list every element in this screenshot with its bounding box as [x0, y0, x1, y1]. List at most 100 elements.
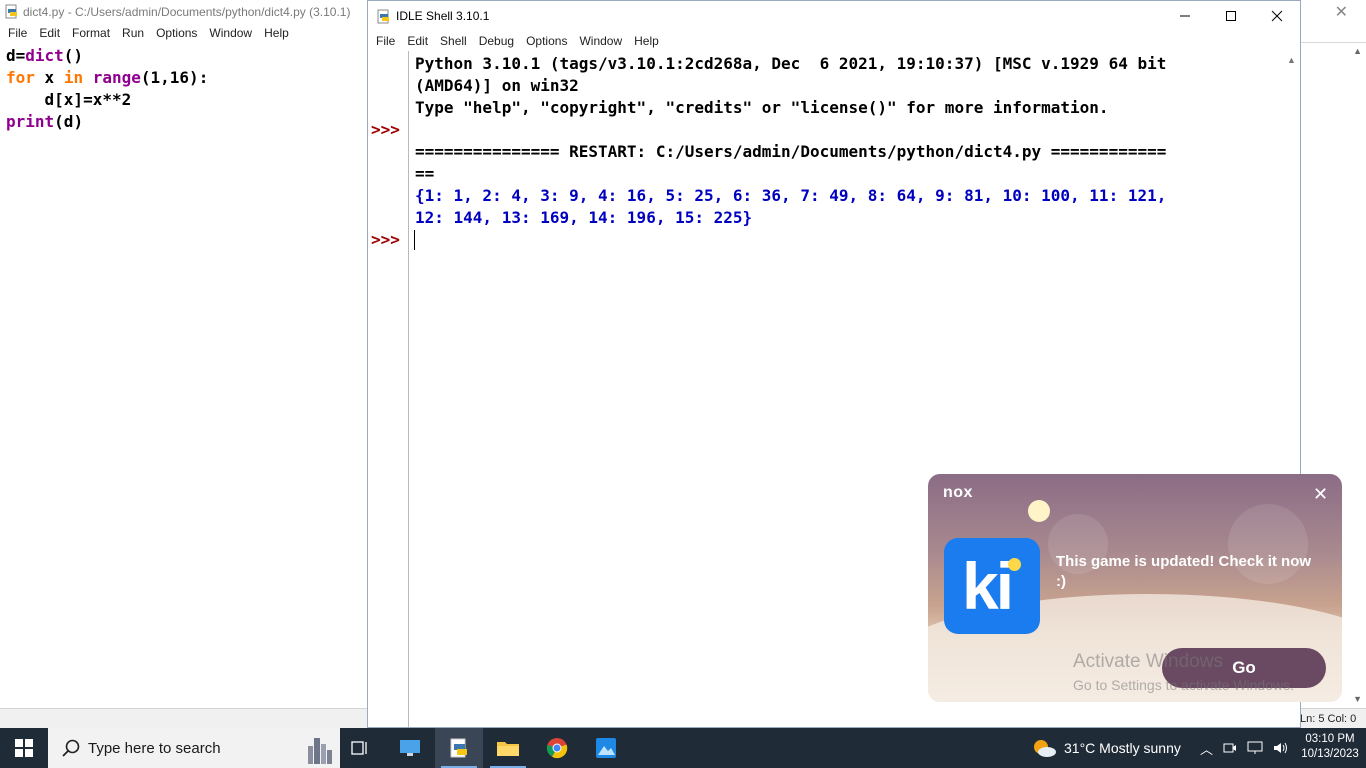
taskbar-app-explorer[interactable] [484, 728, 532, 768]
scroll-down-icon[interactable]: ▼ [1353, 694, 1362, 704]
taskbar-app-pc[interactable] [386, 728, 434, 768]
shell-title-bar[interactable]: IDLE Shell 3.10.1 [368, 1, 1300, 31]
nox-logo: nox [943, 484, 973, 501]
shell-menu-options[interactable]: Options [520, 32, 573, 50]
maximize-button[interactable] [1208, 1, 1254, 31]
python-idle-icon [450, 738, 467, 758]
photos-icon [596, 738, 616, 758]
taskbar: Type here to search 31°C Mostly sunny ︿ … [0, 728, 1366, 768]
close-icon[interactable]: ✕ [1335, 2, 1348, 22]
search-icon [62, 739, 80, 762]
editor-menu-edit[interactable]: Edit [33, 24, 66, 42]
clock-time: 03:10 PM [1305, 733, 1355, 745]
code-token-keyword: in [63, 68, 84, 87]
scroll-up-icon[interactable]: ▲ [1353, 46, 1362, 56]
editor-menubar: File Edit Format Run Options Window Help [2, 24, 295, 42]
activate-windows-watermark: Activate Windows [1073, 651, 1223, 672]
shell-line-empty [415, 119, 1277, 141]
meet-now-icon[interactable] [1223, 741, 1237, 755]
editor-window: dict4.py - C:/Users/admin/Documents/pyth… [0, 0, 370, 728]
prompt-gutter: >>> >>> [368, 51, 409, 727]
shell-menu-shell[interactable]: Shell [434, 32, 473, 50]
code-editor[interactable]: d=dict() for x in range(1,16): d[x]=x**2 p… [6, 45, 208, 133]
minimize-button[interactable] [1162, 1, 1208, 31]
weather-widget[interactable]: 31°C Mostly sunny [1032, 728, 1181, 768]
code-token-builtin: dict [25, 46, 64, 65]
city-skyline-icon [306, 734, 332, 768]
code-token-builtin: print [6, 112, 55, 131]
taskbar-app-python[interactable] [435, 728, 483, 768]
text-cursor [414, 230, 415, 250]
taskbar-app-chrome[interactable] [533, 728, 581, 768]
taskbar-app-photos[interactable] [582, 728, 630, 768]
code-token: (d) [54, 112, 84, 131]
editor-title: dict4.py - C:/Users/admin/Documents/pyth… [23, 5, 351, 19]
code-token: (1,16): [140, 68, 209, 87]
editor-menu-run[interactable]: Run [116, 24, 150, 42]
chevron-up-icon[interactable]: ︿ [1200, 739, 1213, 758]
code-token: () [63, 46, 84, 65]
shell-menu-window[interactable]: Window [573, 32, 628, 50]
clock[interactable]: 03:10 PM 10/13/2023 [1298, 732, 1362, 762]
shell-line-banner: (AMD64)] on win32 [415, 76, 579, 95]
python-idle-icon [376, 9, 391, 29]
ki-app-icon-label: ki [962, 549, 1014, 623]
clock-date: 10/13/2023 [1301, 748, 1359, 760]
volume-icon[interactable] [1273, 741, 1289, 755]
code-line-1: d=dict() [6, 45, 208, 67]
shell-prompt: >>> [371, 120, 400, 139]
editor-menu-options[interactable]: Options [150, 24, 203, 42]
taskbar-search-box[interactable]: Type here to search [48, 728, 340, 768]
windows-logo-icon [15, 739, 33, 757]
divider [1301, 42, 1366, 43]
shell-line-output: 12: 144, 13: 169, 14: 196, 15: 225} [415, 208, 753, 227]
scroll-up-icon[interactable]: ▲ [1287, 55, 1296, 65]
sun-decoration [1028, 500, 1050, 522]
task-view-button[interactable] [336, 728, 384, 768]
code-token-builtin: range [92, 68, 141, 87]
close-button[interactable] [1254, 1, 1300, 31]
system-tray: ︿ [1200, 728, 1289, 768]
editor-menu-format[interactable]: Format [66, 24, 116, 42]
shell-menubar: File Edit Shell Debug Options Window Hel… [370, 32, 665, 50]
close-icon[interactable]: ✕ [1313, 484, 1328, 505]
editor-title-bar[interactable]: dict4.py - C:/Users/admin/Documents/pyth… [0, 0, 370, 24]
ki-app-icon: ki [944, 538, 1040, 634]
status-line-col: Ln: 5 Col: 0 [1290, 708, 1366, 728]
editor-menu-window[interactable]: Window [203, 24, 258, 42]
network-icon[interactable] [1247, 741, 1263, 755]
shell-menu-help[interactable]: Help [628, 32, 665, 50]
python-file-icon [4, 4, 19, 24]
shell-prompt: >>> [371, 230, 400, 249]
shell-line-output: {1: 1, 2: 4, 3: 9, 4: 16, 5: 25, 6: 36, … [415, 186, 1167, 205]
ki-dot [1008, 558, 1021, 571]
start-button[interactable] [0, 728, 48, 768]
partly-sunny-icon [1034, 740, 1056, 757]
minimize-icon [1180, 15, 1190, 17]
computer-icon [400, 740, 420, 756]
close-icon [1271, 10, 1283, 22]
activate-windows-hint: Go to Settings to activate Windows. [1073, 677, 1294, 693]
code-token-keyword: for [6, 68, 35, 87]
editor-status-bar [0, 708, 370, 728]
search-placeholder: Type here to search [88, 740, 221, 757]
chrome-icon [546, 738, 568, 759]
shell-menu-edit[interactable]: Edit [401, 32, 434, 50]
shell-line-restart: == [415, 164, 435, 183]
code-line-3: d[x]=x**2 [6, 90, 132, 109]
code-token: x [34, 68, 64, 87]
notification-message: This game is updated! Check it now :) [1056, 553, 1312, 590]
task-view-icon [351, 741, 367, 755]
editor-menu-file[interactable]: File [2, 24, 33, 42]
code-line-4: print(d) [6, 111, 208, 133]
editor-menu-help[interactable]: Help [258, 24, 295, 42]
code-token: d= [6, 46, 26, 65]
shell-menu-debug[interactable]: Debug [473, 32, 520, 50]
shell-line-banner: Python 3.10.1 (tags/v3.10.1:2cd268a, Dec… [415, 54, 1167, 73]
folder-icon [497, 742, 519, 756]
shell-menu-file[interactable]: File [370, 32, 401, 50]
weather-text: 31°C Mostly sunny [1064, 740, 1181, 756]
shell-line-restart: =============== RESTART: C:/Users/admin/… [415, 142, 1167, 161]
shell-output: Python 3.10.1 (tags/v3.10.1:2cd268a, Dec… [415, 53, 1277, 229]
